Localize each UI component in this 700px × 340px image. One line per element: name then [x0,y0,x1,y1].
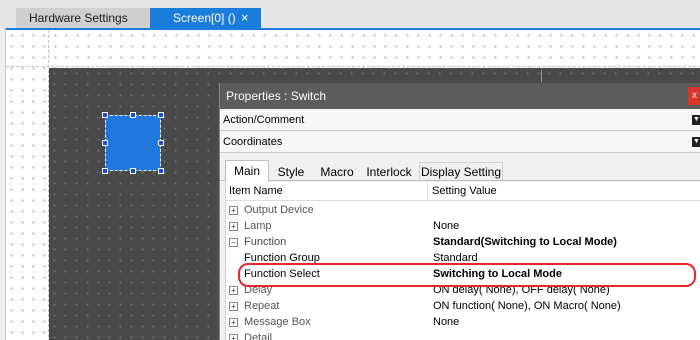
property-name: Output Device [244,204,314,216]
section-action-comment-label: Action/Comment [223,114,305,126]
collapse-icon[interactable]: − [229,238,238,247]
tab-hardware-settings-label: Hardware Settings [29,11,128,25]
tab-hardware-settings[interactable]: Hardware Settings [16,8,150,28]
tab-macro[interactable]: Macro [315,162,359,181]
resize-handle-bottom-right[interactable] [158,168,164,174]
property-row-lamp[interactable]: + Lamp None [226,219,700,234]
property-row-detail[interactable]: + Detail [226,331,700,340]
property-name: Function [244,236,287,248]
property-value: None [433,316,460,328]
property-value: None [433,220,460,232]
close-icon[interactable]: x [688,87,700,105]
resize-handle-top-left[interactable] [102,112,108,118]
column-header-item-name: Item Name [226,182,428,201]
resize-handle-top-right[interactable] [158,112,164,118]
property-row-output-device[interactable]: + Output Device [226,203,700,218]
property-name: Lamp [244,220,272,232]
tab-screen[interactable]: Screen[0] () × [150,8,261,28]
resize-handle-bottom-center[interactable] [130,168,136,174]
tab-interlock[interactable]: Interlock [361,162,417,181]
highlight-annotation [238,263,696,287]
property-row-message-box[interactable]: + Message Box None [226,315,700,330]
expand-icon[interactable]: + [229,222,238,231]
property-name: Message Box [244,316,311,328]
tab-display-setting[interactable]: Display Setting [419,162,503,181]
property-tabs: Main Style Macro Interlock Display Setti… [220,159,700,182]
column-header-setting-value: Setting Value [432,185,497,197]
expand-icon[interactable]: + [229,318,238,327]
resize-handle-bottom-left[interactable] [102,168,108,174]
resize-handle-middle-right[interactable] [158,140,164,146]
expand-icon[interactable]: + [229,334,238,340]
document-tab-strip: Hardware Settings Screen[0] () × [0,0,700,28]
resize-handle-middle-left[interactable] [102,140,108,146]
property-grid: Item Name Setting Value + Output Device … [225,182,700,340]
chevron-down-icon[interactable]: ▼ [692,137,700,147]
tab-screen-label: Screen[0] () [173,11,236,25]
close-icon[interactable]: × [241,8,249,28]
property-name: Repeat [244,300,280,312]
switch-object[interactable] [105,115,161,171]
guide-line-horizontal [6,66,700,67]
chevron-down-icon[interactable]: ▼ [692,115,700,125]
properties-panel: Properties : Switch x Action/Comment ▼ C… [219,83,700,340]
property-row-function[interactable]: − Function Standard(Switching to Local M… [226,235,700,250]
section-action-comment[interactable]: Action/Comment ▼ [220,110,700,131]
guide-line-marker [541,70,542,82]
expand-icon[interactable]: + [229,286,238,295]
expand-icon[interactable]: + [229,206,238,215]
resize-handle-top-center[interactable] [130,112,136,118]
property-value: ON function( None), ON Macro( None) [433,300,621,312]
property-value: Standard(Switching to Local Mode) [433,236,617,248]
property-grid-header: Item Name Setting Value [226,182,700,201]
expand-icon[interactable]: + [229,302,238,311]
property-row-repeat[interactable]: + Repeat ON function( None), ON Macro( N… [226,299,700,314]
tab-style[interactable]: Style [271,162,311,181]
properties-title-bar[interactable]: Properties : Switch [220,83,700,109]
properties-title: Properties : Switch [226,89,327,103]
tab-main[interactable]: Main [225,160,269,182]
property-name: Detail [244,332,273,340]
section-coordinates[interactable]: Coordinates ▼ [220,132,700,153]
section-coordinates-label: Coordinates [223,136,283,148]
